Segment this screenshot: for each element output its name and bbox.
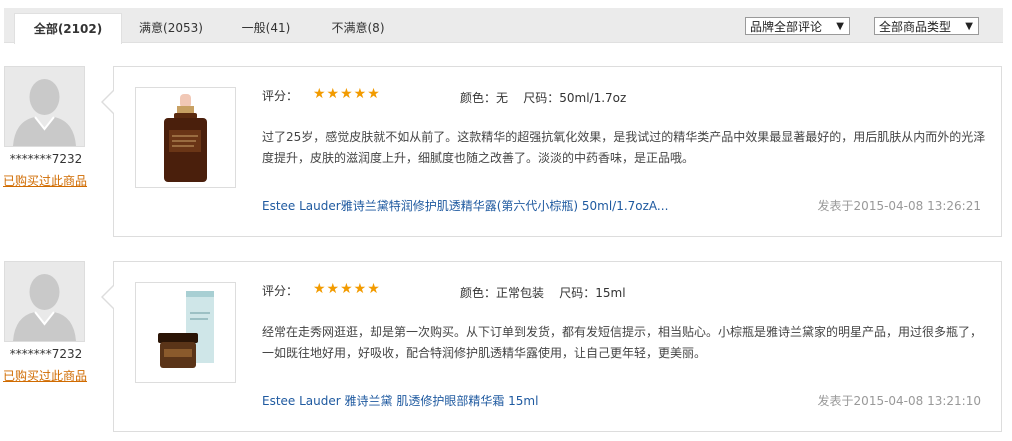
review-text: 过了25岁，感觉皮肤就不如从前了。这款精华的超强抗氧化效果，是我试过的精华类产品…: [262, 130, 986, 165]
bought-product-link[interactable]: 已购买过此商品: [3, 367, 87, 384]
rating-label: 评分：: [262, 89, 299, 103]
bought-product-link[interactable]: 已购买过此商品: [3, 172, 87, 189]
card-pointer-fill: [103, 91, 114, 113]
tab-satisfied[interactable]: 满意(2053): [126, 14, 216, 42]
product-spec: 颜色：正常包装 尺码：15ml: [460, 286, 626, 300]
product-type-select-value: 全部商品类型: [879, 20, 952, 34]
tab-unsatisfied[interactable]: 不满意(8): [318, 14, 398, 42]
product-name-link[interactable]: Estee Lauder雅诗兰黛特润修护肌透精华露(第六代小棕瓶) 50ml/1…: [262, 197, 668, 214]
review-item: *******7232 已购买过此商品 评分： ★★★★★ 颜色：无 尺码：50…: [0, 66, 1012, 241]
star-rating: ★★★★★: [313, 86, 381, 102]
default-avatar-icon: [5, 262, 84, 341]
chevron-down-icon: ▼: [836, 21, 844, 32]
review-item: *******7232 已购买过此商品 评分： ★★★★★ 颜色：正常包装 尺码…: [0, 261, 1012, 436]
review-text: 经常在走秀网逛逛，却是第一次购买。从下订单到发货，都有发短信提示，相当贴心。小棕…: [262, 325, 983, 360]
review-filter-bar: 全部(2102) 满意(2053) 一般(41) 不满意(8) 品牌全部评论 ▼…: [4, 8, 1003, 44]
product-type-select[interactable]: 全部商品类型 ▼: [874, 17, 979, 35]
card-pointer-fill: [103, 286, 114, 308]
username: *******7232: [9, 347, 83, 361]
tab-neutral[interactable]: 一般(41): [226, 14, 306, 42]
avatar: [4, 261, 85, 342]
review-date: 发表于2015-04-08 13:26:21: [817, 199, 981, 213]
rating-label: 评分：: [262, 284, 299, 298]
review-card: 评分： ★★★★★ 颜色：无 尺码：50ml/1.7oz 过了25岁，感觉皮肤就…: [113, 66, 1002, 237]
brand-review-select-value: 品牌全部评论: [750, 20, 823, 34]
tab-all[interactable]: 全部(2102): [14, 13, 122, 44]
eye-cream-icon: [158, 291, 214, 368]
default-avatar-icon: [5, 67, 84, 146]
review-card: 评分： ★★★★★ 颜色：正常包装 尺码：15ml 经常在走秀网逛逛，却是第一次…: [113, 261, 1002, 432]
username: *******7232: [9, 152, 83, 166]
product-thumbnail[interactable]: [135, 87, 236, 188]
review-date: 发表于2015-04-08 13:21:10: [817, 394, 981, 408]
chevron-down-icon: ▼: [965, 21, 973, 32]
star-rating: ★★★★★: [313, 281, 381, 297]
product-name-link[interactable]: Estee Lauder 雅诗兰黛 肌透修护眼部精华霜 15ml: [262, 392, 538, 409]
product-thumbnail[interactable]: [135, 282, 236, 383]
serum-bottle-icon: [164, 94, 207, 182]
brand-review-select[interactable]: 品牌全部评论 ▼: [745, 17, 850, 35]
avatar: [4, 66, 85, 147]
product-spec: 颜色：无 尺码：50ml/1.7oz: [460, 91, 627, 105]
